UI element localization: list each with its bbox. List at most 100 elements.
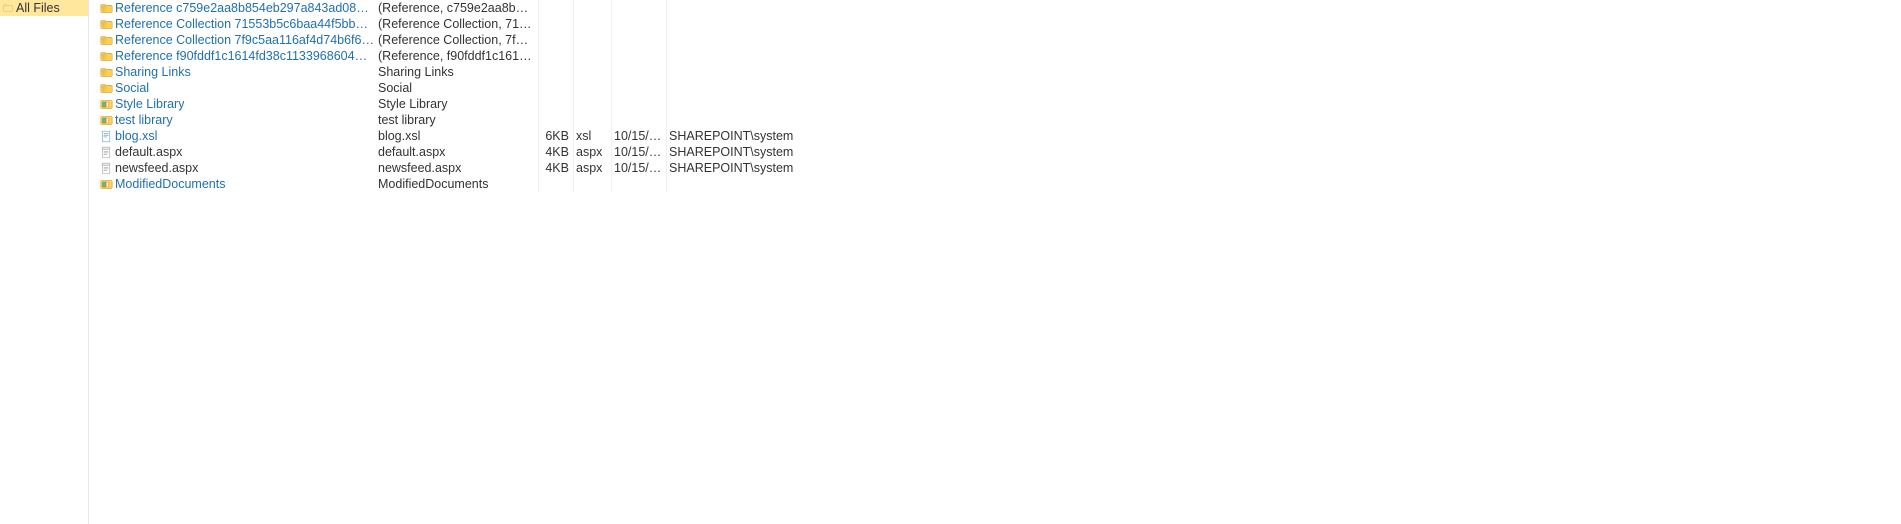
cell-user: SHAREPOINT\system [667,160,867,176]
cell-date: 10/15/20… [612,160,667,176]
cell-user: SHAREPOINT\system [667,128,867,144]
file-row[interactable]: test library test library [89,112,867,128]
cell-title: Sharing Links [378,64,539,80]
cell-type [574,80,612,96]
app-root: All Files Reference c759e2aa8b854eb297a8… [0,0,1901,524]
file-name: newsfeed.aspx [115,160,198,176]
cell-size [539,32,574,48]
cell-title: (Reference Collection, 7f9c5aa11… [378,32,539,48]
page-icon [100,146,113,159]
file-row[interactable]: blog.xslblog.xsl6KBxsl10/15/20…SHAREPOIN… [89,128,867,144]
cell-name: Style Library [89,96,378,112]
file-icon [100,130,113,143]
cell-title: ModifiedDocuments [378,176,539,192]
cell-date: 10/15/20… [612,128,667,144]
file-name[interactable]: test library [115,112,173,128]
cell-size [539,176,574,192]
cell-date [612,64,667,80]
cell-name: default.aspx [89,144,378,160]
file-row[interactable]: Reference c759e2aa8b854eb297a843ad088ae0… [89,0,867,16]
sidebar-item-label: All Files [16,0,60,16]
cell-title: (Reference, f90fddf1c1614fd38c1… [378,48,539,64]
cell-type [574,0,612,16]
main-panel: Reference c759e2aa8b854eb297a843ad088ae0… [89,0,1901,524]
file-name[interactable]: Style Library [115,96,184,112]
file-row[interactable]: Sharing Links Sharing Links [89,64,867,80]
cell-size [539,16,574,32]
cell-user [667,0,867,16]
cell-title: test library [378,112,539,128]
folder-icon [100,18,113,31]
cell-size [539,80,574,96]
file-row[interactable]: newsfeed.aspxnewsfeed.aspx4KBaspx10/15/2… [89,160,867,176]
file-row[interactable]: ModifiedDocuments ModifiedDocuments [89,176,867,192]
cell-date [612,176,667,192]
page-icon [100,162,113,175]
cell-name: newsfeed.aspx [89,160,378,176]
cell-date [612,96,667,112]
cell-type [574,64,612,80]
cell-size [539,64,574,80]
cell-title: newsfeed.aspx [378,160,539,176]
cell-title: (Reference, c759e2aa8b854eb297… [378,0,539,16]
file-name[interactable]: Reference f90fddf1c1614fd38c113396860454… [115,48,374,64]
file-row[interactable]: Reference f90fddf1c1614fd38c113396860454… [89,48,867,64]
file-row[interactable]: Social Social [89,80,867,96]
file-row[interactable]: Reference Collection 7f9c5aa116af4d74b6f… [89,32,867,48]
cell-title: Style Library [378,96,539,112]
cell-date [612,32,667,48]
cell-name: Sharing Links [89,64,378,80]
cell-user [667,80,867,96]
cell-type [574,32,612,48]
cell-title: Social [378,80,539,96]
cell-user [667,96,867,112]
file-name[interactable]: blog.xsl [115,128,157,144]
cell-name: test library [89,112,378,128]
file-row[interactable]: Style Library Style Library [89,96,867,112]
file-name[interactable]: Reference Collection 7f9c5aa116af4d74b6f… [115,32,374,48]
cell-size: 4KB [539,144,574,160]
cell-name: Social [89,80,378,96]
cell-title: (Reference Collection, 71553b5c6… [378,16,539,32]
cell-type [574,16,612,32]
file-name[interactable]: Reference c759e2aa8b854eb297a843ad088ae0… [115,0,374,16]
cell-type [574,96,612,112]
cell-type: xsl [574,128,612,144]
cell-type: aspx [574,144,612,160]
cell-date [612,16,667,32]
cell-name: Reference f90fddf1c1614fd38c113396860454… [89,48,378,64]
cell-name: blog.xsl [89,128,378,144]
folder-icon [3,3,13,13]
file-name: default.aspx [115,144,182,160]
cell-name: Reference Collection 7f9c5aa116af4d74b6f… [89,32,378,48]
file-row[interactable]: Reference Collection 71553b5c6baa44f5bb6… [89,16,867,32]
cell-date [612,0,667,16]
sidebar-item-all-files[interactable]: All Files [0,0,88,16]
folder-icon [100,2,113,15]
library-icon [100,98,113,111]
file-name[interactable]: Sharing Links [115,64,191,80]
cell-title: blog.xsl [378,128,539,144]
cell-user [667,112,867,128]
cell-size [539,48,574,64]
cell-user: SHAREPOINT\system [667,144,867,160]
cell-type: aspx [574,160,612,176]
file-name[interactable]: ModifiedDocuments [115,176,225,192]
file-list: Reference c759e2aa8b854eb297a843ad088ae0… [89,0,867,192]
cell-user [667,48,867,64]
cell-size [539,112,574,128]
cell-date [612,80,667,96]
file-name[interactable]: Social [115,80,149,96]
library-icon [100,114,113,127]
cell-user [667,16,867,32]
cell-type [574,112,612,128]
cell-user [667,176,867,192]
cell-type [574,48,612,64]
cell-date: 10/15/20… [612,144,667,160]
cell-title: default.aspx [378,144,539,160]
file-name[interactable]: Reference Collection 71553b5c6baa44f5bb6… [115,16,374,32]
cell-name: ModifiedDocuments [89,176,378,192]
cell-size [539,96,574,112]
file-row[interactable]: default.aspxdefault.aspx4KBaspx10/15/20…… [89,144,867,160]
cell-date [612,48,667,64]
